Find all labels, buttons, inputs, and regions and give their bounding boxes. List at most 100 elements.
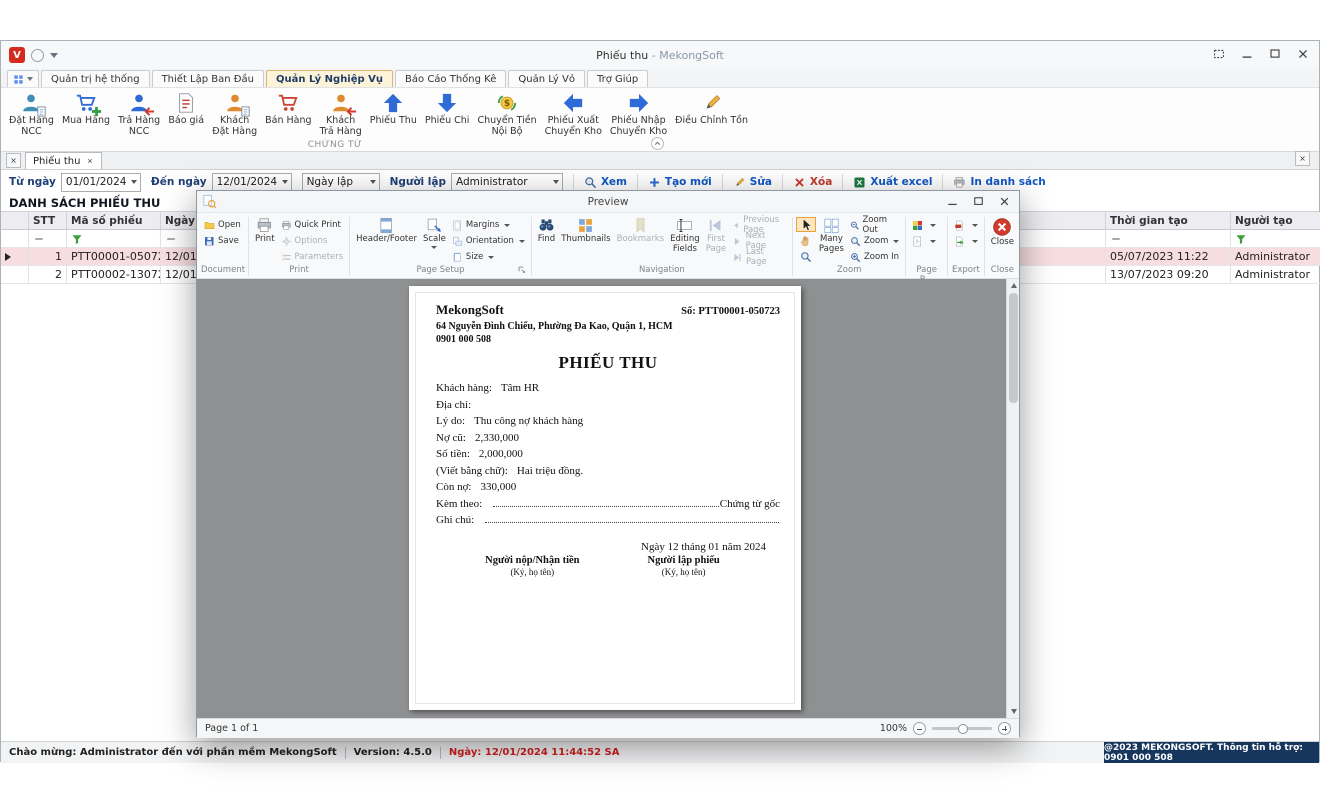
create-button[interactable]: Tạo mới [637,174,722,190]
ribbon-khach-tra-hang-button[interactable]: Khách Trả Hàng [316,90,366,138]
size-button[interactable]: Size [449,249,528,265]
close-preview-button[interactable]: Close [988,215,1017,250]
zoom-in-small-button[interactable] [998,722,1011,735]
to-date-caret-icon[interactable] [282,180,288,184]
creator-select[interactable]: Administrator [451,173,563,192]
remaining-debt-value: 330,000 [480,479,516,496]
filter-ma-cell[interactable] [67,230,161,248]
filter-created-cell[interactable] [1106,230,1231,248]
preview-minimize-button[interactable] [939,192,965,210]
from-date-input[interactable]: 01/01/2024 [61,173,141,192]
tab-tro-giup[interactable]: Trợ Giúp [587,70,648,87]
ribbon-tra-hang-ncc-button[interactable]: Trả Hàng NCC [114,90,164,138]
ribbon-dat-hang-ncc-button[interactable]: Đặt Hàng NCC [5,90,58,138]
print-list-button[interactable]: In danh sách [942,174,1055,190]
page-color-button[interactable] [909,217,939,233]
export-document-button[interactable] [951,217,981,233]
from-date-caret-icon[interactable] [131,180,137,184]
maximize-button[interactable] [1263,44,1287,64]
reason-value: Thu công nợ khách hàng [474,413,583,430]
creator-caret-icon[interactable] [553,180,559,184]
pv-group-document: Open Save Document [201,215,245,278]
ribbon-phieu-chi-button[interactable]: Phiếu Chi [421,90,474,128]
scale-button[interactable]: Scale [420,215,449,251]
view-button[interactable]: Xem [573,174,637,190]
header-ma-so-phieu[interactable]: Mã số phiếu [67,212,161,230]
zoom-out-button[interactable]: Zoom Out [847,217,903,233]
ribbon-mua-hang-button[interactable]: Mua Hàng [58,90,114,128]
header-nguoi-tao[interactable]: Người tạo [1231,212,1320,230]
date-type-select[interactable]: Ngày lập [302,173,380,192]
save-button[interactable]: Save [201,233,244,249]
parameters-button[interactable]: Parameters [278,249,347,265]
last-page-button[interactable]: Last Page [729,249,789,265]
scroll-down-icon[interactable] [1007,705,1019,718]
first-page-button[interactable]: First Page [703,215,730,256]
tab-thiet-lap-ban-dau[interactable]: Thiết Lập Ban Đầu [152,70,264,87]
to-date-input[interactable]: 12/01/2024 [212,173,292,192]
bookmarks-button[interactable]: Bookmarks [614,215,668,247]
zoom-in-button[interactable]: Zoom In [847,249,903,265]
quick-print-button[interactable]: Quick Print [278,217,347,233]
ribbon-phieu-thu-button[interactable]: Phiếu Thu [366,90,421,128]
filter-user-cell[interactable] [1231,230,1320,248]
tab-close-icon[interactable] [86,157,94,165]
find-button[interactable]: Find [535,215,558,247]
printer-icon [256,217,273,234]
ribbon-phieu-nhap-chuyen-kho-button[interactable]: Phiếu Nhập Chuyển Kho [606,90,671,138]
header-stt[interactable]: STT [29,212,67,230]
date-type-caret-icon[interactable] [370,180,376,184]
many-pages-icon [823,217,840,234]
ribbon-bao-gia-button[interactable]: Báo giá [164,90,208,128]
watermark-button[interactable] [909,233,939,249]
close-all-tabs-button[interactable] [6,153,21,168]
qat-dropdown-icon[interactable] [50,53,58,58]
fit-screen-button[interactable] [1207,44,1231,64]
send-document-button[interactable] [951,233,981,249]
tab-phieu-thu[interactable]: Phiếu thu [25,152,102,169]
tab-quan-ly-nghiep-vu[interactable]: Quản Lý Nghiệp Vụ [266,70,393,87]
export-excel-button[interactable]: Xuất excel [842,174,942,190]
magnifier-tool-button[interactable] [796,249,816,264]
options-button[interactable]: Options [278,233,347,249]
pointer-tool-button[interactable] [796,217,816,232]
ribbon-dieu-chinh-ton-button[interactable]: Điều Chỉnh Tồn [671,90,752,128]
print-button[interactable]: Print [252,215,278,247]
ribbon-ban-hang-button[interactable]: Bán Hàng [261,90,315,128]
scrollbar-thumb[interactable] [1009,293,1018,403]
qat-circle-icon[interactable] [31,49,44,62]
zoom-slider[interactable] [932,727,992,730]
orientation-button[interactable]: Orientation [449,233,528,249]
close-tab-right-button[interactable] [1295,151,1310,166]
edit-button[interactable]: Sửa [722,174,782,190]
preview-maximize-button[interactable] [965,192,991,210]
zoom-slider-thumb[interactable] [958,724,968,734]
margins-button[interactable]: Margins [449,217,528,233]
zoom-out-small-button[interactable] [913,722,926,735]
menu-grid-button[interactable] [7,70,39,87]
filter-stt-cell[interactable] [29,230,67,248]
preview-document-area: MekongSoft Số: PTT00001-050723 64 Nguyễn… [197,279,1019,718]
tab-bao-cao-thong-ke[interactable]: Báo Cáo Thống Kê [395,70,506,87]
ribbon-collapse-button[interactable] [651,137,664,150]
ribbon-phieu-xuat-chuyen-kho-button[interactable]: Phiếu Xuất Chuyển Kho [541,90,606,138]
preview-close-button[interactable] [991,192,1017,210]
delete-button[interactable]: Xóa [782,174,842,190]
close-button[interactable] [1291,44,1315,64]
tab-quan-tri-he-thong[interactable]: Quản trị hệ thống [41,70,150,87]
open-button[interactable]: Open [201,217,244,233]
many-pages-button[interactable]: Many Pages [816,215,847,256]
preview-vertical-scrollbar[interactable] [1006,279,1019,718]
ribbon-khach-dat-hang-button[interactable]: Khách Đặt Hàng [208,90,261,138]
ribbon-chuyen-tien-noi-bo-button[interactable]: Chuyển Tiền Nội Bộ [473,90,540,138]
page-setup-dialog-launcher[interactable] [517,265,527,275]
editing-fields-button[interactable]: Editing Fields [667,215,703,256]
zoom-button[interactable]: Zoom [847,233,903,249]
hand-tool-button[interactable] [796,233,816,248]
header-thoi-gian-tao[interactable]: Thời gian tạo [1106,212,1231,230]
thumbnails-button[interactable]: Thumbnails [558,215,613,247]
scroll-up-icon[interactable] [1007,279,1019,292]
tab-quan-ly-vo[interactable]: Quản Lý Vỏ [508,70,585,87]
header-footer-button[interactable]: Header/Footer [353,215,420,247]
minimize-button[interactable] [1235,44,1259,64]
